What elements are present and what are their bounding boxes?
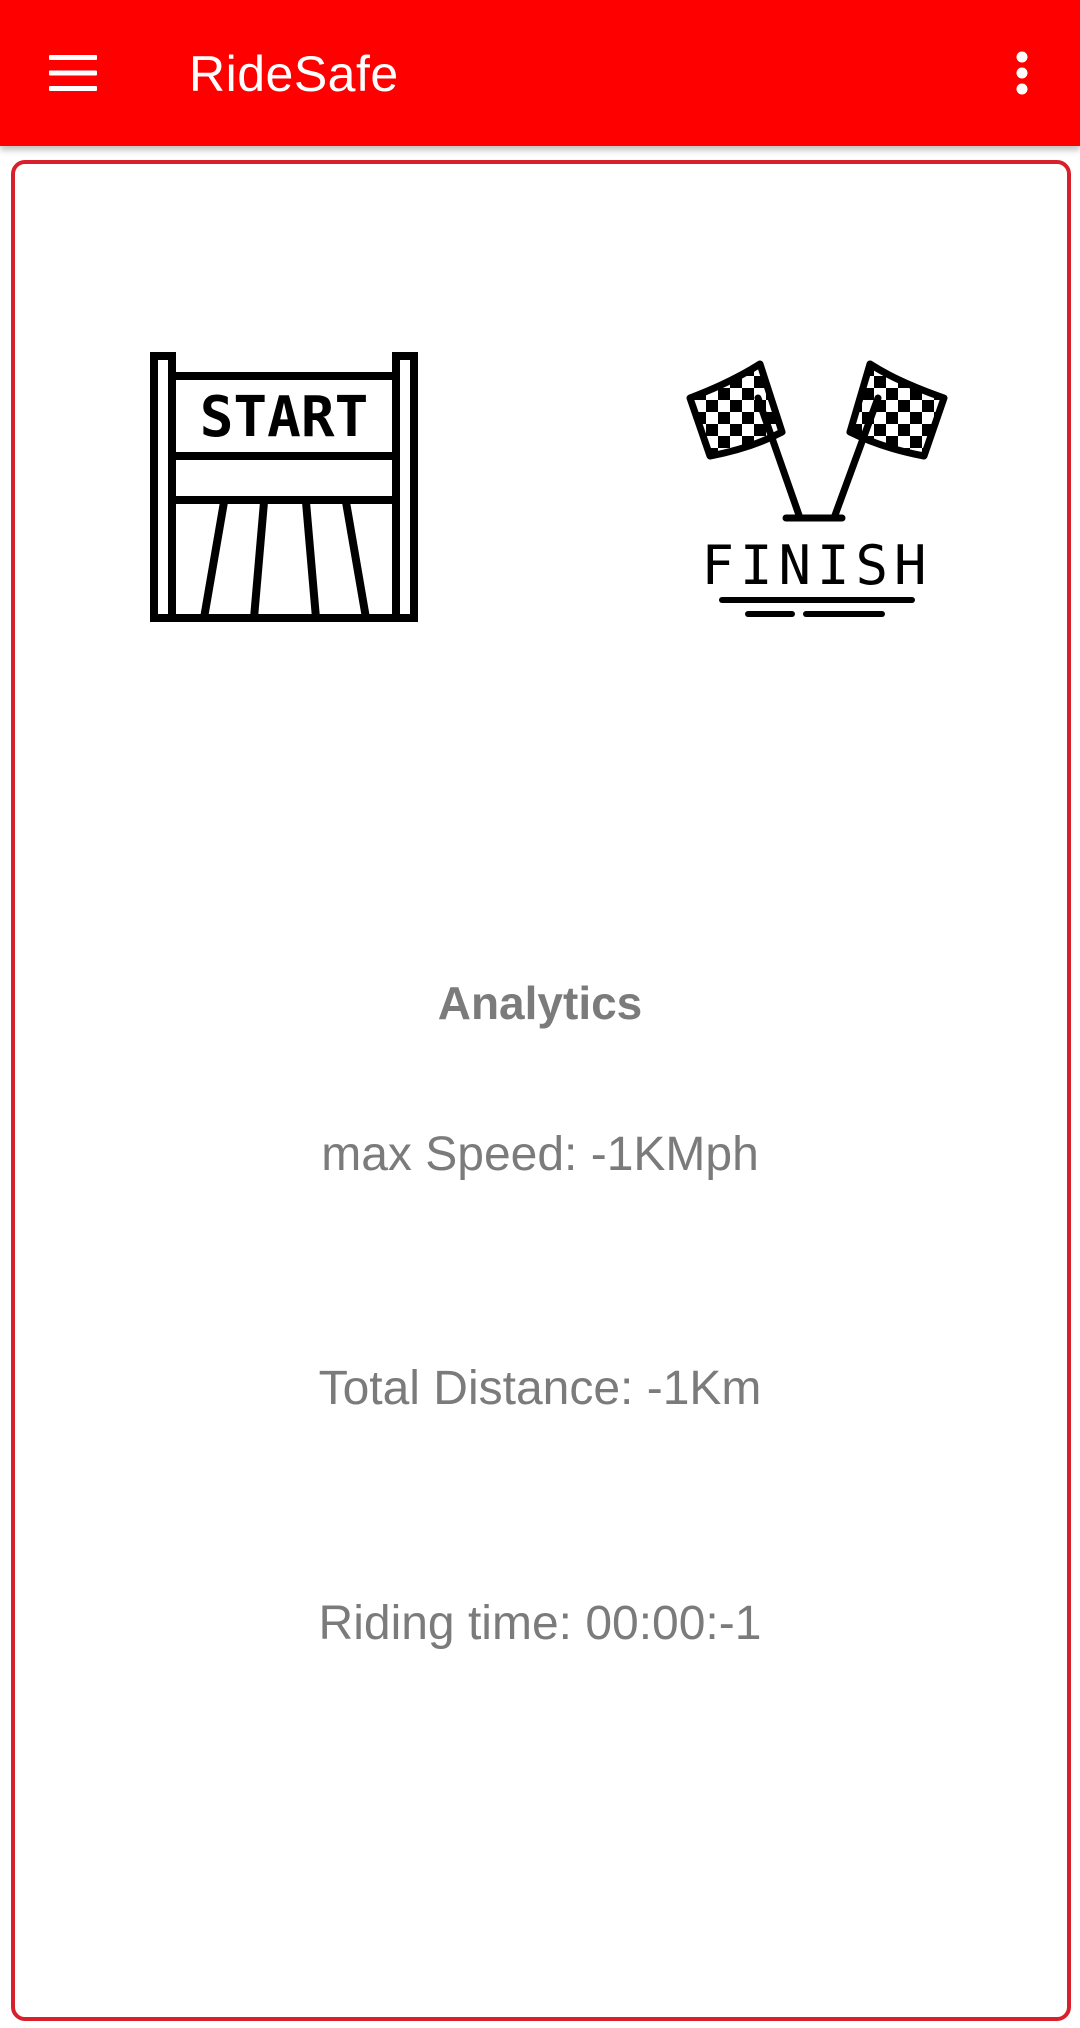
riding-time-label: Riding time: 00:00:-1 xyxy=(318,1597,762,1650)
app-title: RideSafe xyxy=(189,46,399,102)
analytics-title: Analytics xyxy=(437,977,643,1029)
menu-button[interactable] xyxy=(30,33,116,113)
checkered-flags-icon[interactable]: FINISH xyxy=(682,352,952,622)
more-vert-icon xyxy=(1016,51,1028,95)
svg-text:START: START xyxy=(200,385,369,450)
max-speed-label: max Speed: -1KMph xyxy=(321,1128,759,1181)
start-gate-icon[interactable]: START xyxy=(150,352,420,622)
svg-text:FINISH: FINISH xyxy=(701,534,932,597)
overflow-menu-button[interactable] xyxy=(996,33,1048,113)
total-distance-label: Total Distance: -1Km xyxy=(318,1362,762,1415)
hamburger-menu-icon xyxy=(49,55,97,91)
app-bar: RideSafe xyxy=(0,0,1080,146)
